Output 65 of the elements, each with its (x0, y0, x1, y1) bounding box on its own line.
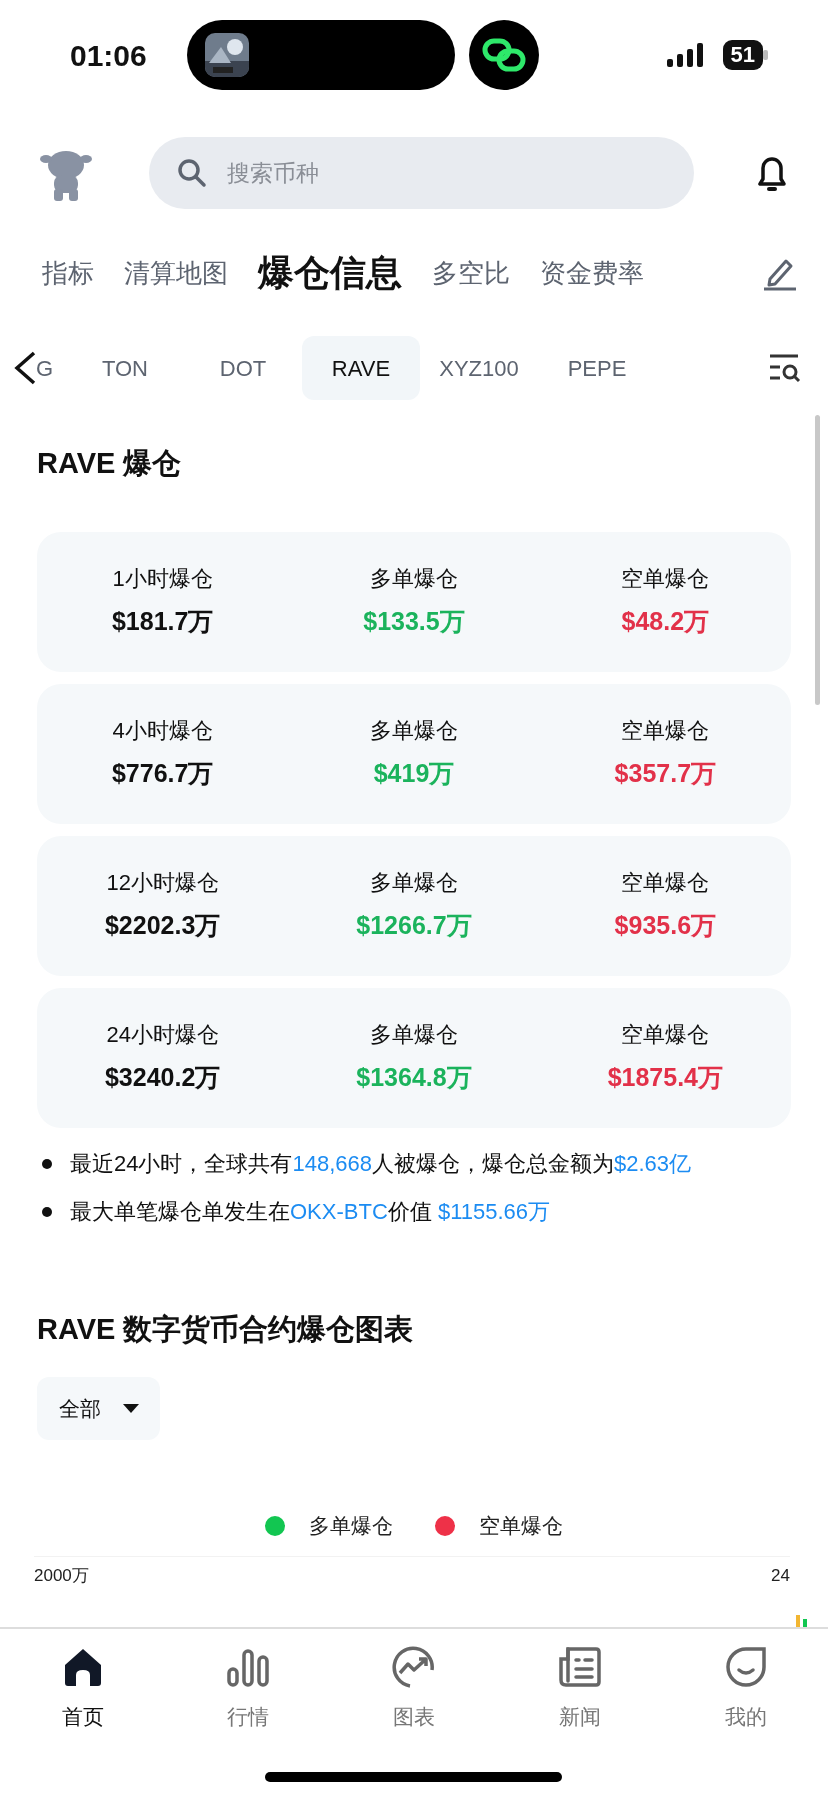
search-field[interactable]: 搜索币种 (149, 137, 694, 209)
stat-label: 多单爆仓 (370, 565, 458, 594)
bell-icon[interactable] (756, 154, 788, 192)
stat-label: 空单爆仓 (621, 717, 710, 746)
legend-label: 多单爆仓 (309, 1513, 393, 1539)
stat-label: 空单爆仓 (621, 869, 710, 898)
chart-title: RAVE 数字货币合约爆仓图表 (36, 1311, 415, 1347)
category-tab[interactable]: 多空比 (432, 253, 510, 293)
nav-tab[interactable]: 图表 (331, 1629, 497, 1795)
filter-search-icon[interactable] (768, 353, 802, 383)
stat-value: $357.7万 (614, 758, 717, 790)
legend-label: 空单爆仓 (479, 1513, 563, 1539)
stat-label: 12小时爆仓 (106, 869, 219, 898)
stat-value: $1266.7万 (356, 910, 472, 942)
stat-value: $1364.8万 (356, 1062, 472, 1094)
stat-value: $935.6万 (614, 910, 717, 942)
coin-tab[interactable]: XYZ100 (420, 336, 538, 400)
stat-label: 24小时爆仓 (106, 1021, 219, 1050)
note-text: 最近24小时，全球共有148,668人被爆仓，爆仓总金额为$2.63亿 (70, 1149, 692, 1178)
back-icon[interactable] (14, 351, 36, 385)
stat-label: 空单爆仓 (621, 1021, 710, 1050)
stat-value: $3240.2万 (104, 1062, 221, 1094)
stat-value: $776.7万 (111, 758, 214, 790)
search-icon (177, 158, 207, 188)
section-title: RAVE 爆仓 (36, 446, 183, 481)
category-tab[interactable]: 资金费率 (540, 253, 644, 293)
battery-tip-icon (763, 50, 768, 60)
link-icon (481, 37, 526, 73)
category-tab[interactable]: 爆仓信息 (258, 246, 402, 300)
nav-tab[interactable]: 首页 (0, 1629, 165, 1795)
stat-label: 多单爆仓 (370, 717, 458, 746)
trend-chart-icon (392, 1645, 436, 1689)
axis-label: 2000万 (34, 1564, 89, 1587)
chart-bars-drawing (796, 1613, 808, 1627)
nav-tab[interactable]: 行情 (165, 1629, 331, 1795)
news-icon (557, 1645, 602, 1689)
stat-value: $181.7万 (111, 606, 214, 638)
coin-tab[interactable]: PEPE (538, 336, 656, 400)
coin-tab[interactable]: DOT (184, 336, 302, 400)
category-tab[interactable]: 清算地图 (124, 253, 228, 293)
coin-tab[interactable]: TON (66, 336, 184, 400)
caret-icon (122, 1403, 139, 1414)
stat-label: 1小时爆仓 (112, 565, 213, 594)
nav-tab[interactable]: 新闻 (497, 1629, 663, 1795)
filter-dropdown[interactable]: 全部 (37, 1377, 160, 1440)
axis-label: 24 (771, 1564, 790, 1587)
stat-value: $48.2万 (621, 606, 710, 638)
coin-tab[interactable]: RAVE (302, 336, 420, 400)
stat-label: 多单爆仓 (370, 869, 458, 898)
face-icon (723, 1645, 768, 1689)
stat-label: 多单爆仓 (370, 1021, 458, 1050)
status-time: 01:06 (70, 37, 147, 74)
bullet-icon (42, 1206, 52, 1217)
stat-value: $419万 (373, 758, 455, 790)
battery-level: 51 (722, 40, 763, 70)
stat-value: $133.5万 (363, 606, 465, 638)
stat-label: 4小时爆仓 (112, 717, 213, 746)
nav-tab[interactable]: 我的 (663, 1629, 828, 1795)
category-tab[interactable]: 指标 (42, 253, 94, 293)
note-text: 最大单笔爆仓单发生在OKX-BTC价值 $1155.66万 (70, 1197, 551, 1226)
stat-value: $1875.4万 (607, 1062, 723, 1094)
stat-label: 空单爆仓 (621, 565, 710, 594)
bullet-icon (42, 1158, 52, 1169)
stat-value: $2202.3万 (104, 910, 221, 942)
coin-tab[interactable]: G (36, 336, 66, 400)
